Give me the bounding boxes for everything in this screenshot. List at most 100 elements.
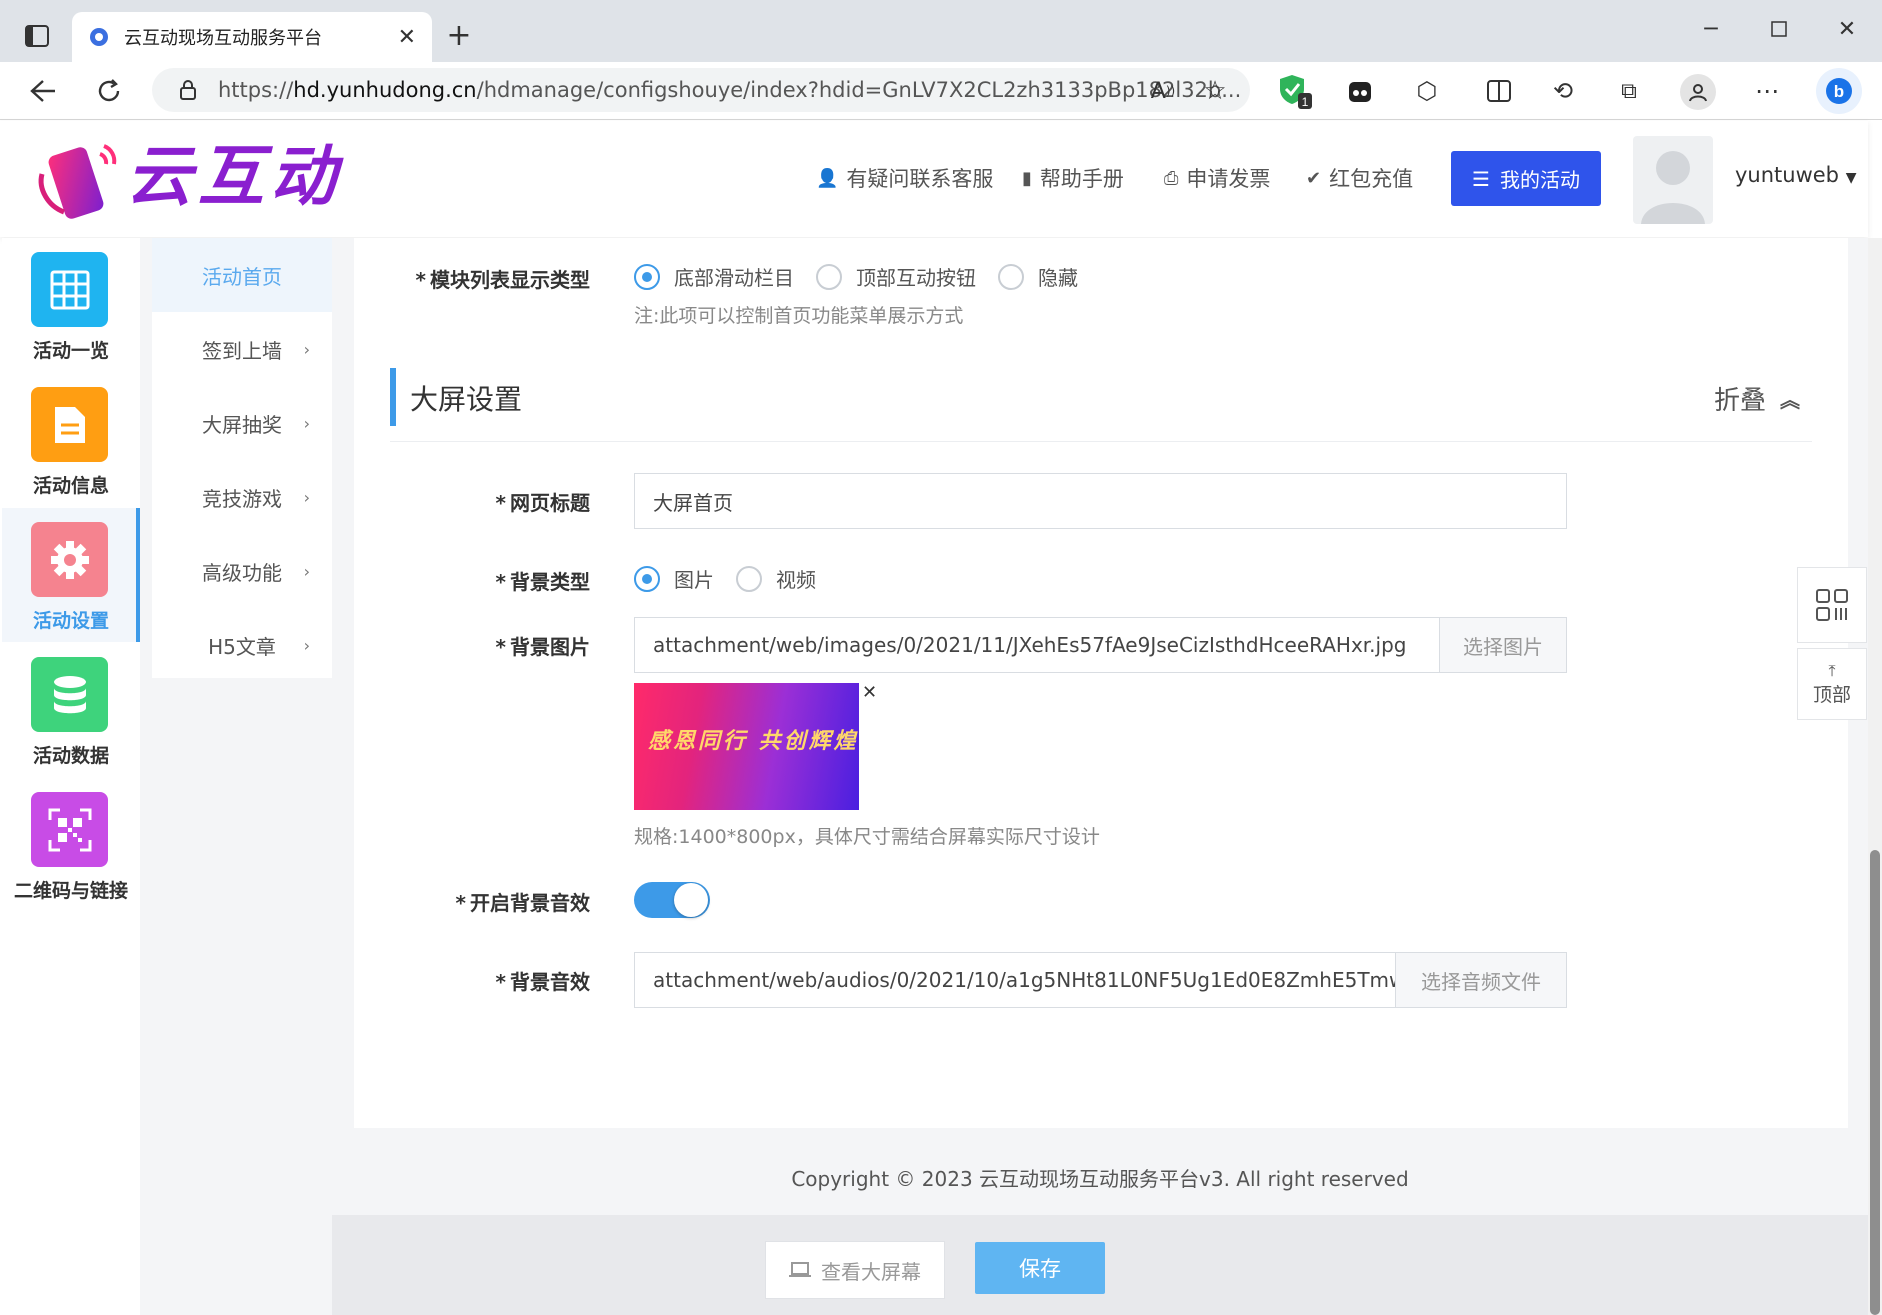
back-to-top-button[interactable]: ⤒ 顶部 — [1797, 648, 1867, 720]
profile-icon[interactable] — [1680, 74, 1716, 110]
qrcode-icon — [31, 792, 108, 867]
radio-top-buttons[interactable] — [816, 263, 842, 290]
bg-image-note: 规格:1400*800px，具体尺寸需结合屏幕实际尺寸设计 — [634, 826, 1100, 848]
bg-music-path-input[interactable]: attachment/web/audios/0/2021/10/a1g5NHt8… — [634, 952, 1396, 1008]
help-manual-link[interactable]: ▮ 帮助手册 — [1022, 163, 1124, 193]
bg-music-switch[interactable] — [634, 882, 710, 918]
close-window-icon[interactable]: ✕ — [1832, 14, 1862, 44]
close-tab-icon[interactable]: ✕ — [398, 25, 416, 50]
split-screen-icon[interactable] — [1484, 76, 1514, 106]
logo-phone-icon — [34, 134, 122, 224]
avatar[interactable] — [1633, 136, 1713, 224]
subnav-games[interactable]: 竞技游戏 › — [152, 460, 332, 534]
minimize-icon[interactable]: ─ — [1696, 14, 1726, 44]
grid-icon — [31, 252, 108, 327]
my-activity-button[interactable]: ☰ 我的活动 — [1451, 151, 1601, 206]
gear-icon — [31, 522, 108, 597]
qrcode-float-button[interactable] — [1797, 567, 1867, 643]
svg-text:1: 1 — [1302, 95, 1309, 109]
laptop-icon — [789, 1262, 811, 1278]
refresh-icon[interactable] — [94, 76, 124, 106]
chevron-right-icon: › — [303, 339, 310, 359]
back-icon[interactable] — [26, 76, 60, 106]
radio-bottom-slide[interactable] — [634, 263, 660, 290]
more-menu-icon[interactable]: ⋯ — [1752, 76, 1782, 106]
subnav-activity-home[interactable]: 活动首页 — [152, 238, 332, 312]
fold-toggle[interactable]: 折叠 ︽ — [1714, 380, 1800, 417]
sidebar-item-activity-data[interactable]: 活动数据 — [2, 643, 140, 777]
tab-title: 云互动现场互动服务平台 — [124, 28, 322, 49]
database-icon — [31, 657, 108, 732]
bg-music-label: * 背景音效 — [495, 970, 590, 994]
subnav-h5-article[interactable]: H5文章 › — [152, 608, 332, 682]
extensions-puzzle-icon[interactable]: ⬡ — [1412, 76, 1442, 106]
add-favorite-icon[interactable]: ☆ — [1200, 76, 1230, 106]
history-icon[interactable]: ⟲ — [1548, 76, 1578, 106]
bg-music-toggle-label: * 开启背景音效 — [455, 891, 590, 915]
logo-text[interactable]: 云互动 — [126, 132, 342, 222]
subnav-advanced[interactable]: 高级功能 › — [152, 534, 332, 608]
radio-bg-video[interactable] — [736, 565, 762, 592]
lock-icon[interactable] — [176, 78, 200, 102]
view-big-screen-button[interactable]: 查看大屏幕 — [765, 1241, 945, 1299]
extension-icon[interactable] — [1346, 78, 1374, 106]
subnav-lottery[interactable]: 大屏抽奖 › — [152, 386, 332, 460]
list-icon: ☰ — [1472, 166, 1490, 191]
invoice-link[interactable]: ⎙ 申请发票 — [1164, 163, 1270, 193]
page-title-label: * 网页标题 — [495, 491, 590, 515]
redpacket-recharge-link[interactable]: ✔ 红包充值 — [1306, 163, 1413, 193]
section-accent-bar — [390, 368, 396, 426]
double-chevron-up-icon: ︽ — [1780, 388, 1801, 412]
chevron-right-icon: › — [303, 635, 310, 655]
sidebar-item-activity-list[interactable]: 活动一览 — [2, 238, 140, 372]
svg-text:b: b — [1834, 82, 1844, 101]
extension-shield-icon[interactable]: 1 — [1278, 74, 1312, 109]
sidebar-item-activity-settings[interactable]: 活动设置 — [2, 508, 140, 642]
chevron-right-icon: › — [303, 487, 310, 507]
module-type-radio-group: 底部滑动栏目 顶部互动按钮 隐藏 — [634, 262, 1100, 291]
module-type-note: 注:此项可以控制首页功能菜单展示方式 — [634, 305, 964, 327]
icon-sidebar: 活动一览 活动信息 活动设置 活动数据 二维码与链接 — [2, 238, 140, 1315]
chevron-right-icon: › — [303, 413, 310, 433]
subnav-checkin-wall[interactable]: 签到上墙 › — [152, 312, 332, 386]
section-title: 大屏设置 — [410, 383, 523, 416]
qrcode-outline-icon — [1816, 589, 1848, 621]
save-button[interactable]: 保存 — [975, 1242, 1105, 1294]
url-input[interactable]: https://hd.yunhudong.cn/hdmanage/configs… — [152, 68, 1250, 112]
bg-type-radio-group: 图片 视频 — [634, 564, 838, 593]
arrow-up-icon: ⤒ — [1828, 660, 1836, 680]
maximize-icon[interactable] — [1764, 14, 1794, 44]
bg-image-path-input[interactable]: attachment/web/images/0/2021/11/JXehEs57… — [634, 617, 1440, 673]
book-icon: ▮ — [1022, 167, 1032, 189]
site-favicon-icon — [90, 28, 108, 46]
new-tab-icon[interactable]: + — [442, 18, 476, 53]
browser-tab[interactable]: 云互动现场互动服务平台 ✕ — [72, 12, 432, 62]
sidebar-item-activity-info[interactable]: 活动信息 — [2, 373, 140, 507]
scrollbar-thumb[interactable] — [1870, 850, 1880, 1315]
contact-support-link[interactable]: 👤 有疑问联系客服 — [816, 163, 993, 193]
tab-actions-icon[interactable] — [22, 22, 52, 50]
printer-icon: ⎙ — [1164, 167, 1179, 189]
document-icon — [31, 387, 108, 462]
remove-image-icon[interactable]: ✕ — [862, 682, 877, 703]
select-image-button[interactable]: 选择图片 — [1439, 617, 1567, 673]
bg-image-label: * 背景图片 — [495, 635, 590, 659]
bing-copilot-icon[interactable]: b — [1816, 68, 1862, 114]
switch-knob — [674, 883, 708, 917]
radio-hidden[interactable] — [998, 263, 1024, 290]
bg-type-label: * 背景类型 — [495, 570, 590, 594]
caret-down-icon: ▼ — [1845, 170, 1857, 186]
select-audio-button[interactable]: 选择音频文件 — [1395, 952, 1567, 1008]
section-header — [390, 364, 1812, 442]
radio-bg-image[interactable] — [634, 565, 660, 592]
page-title-input[interactable]: 大屏首页 — [634, 473, 1567, 529]
read-aloud-icon[interactable]: A)) — [1148, 76, 1178, 106]
username-dropdown[interactable]: yuntuweb ▼ — [1735, 163, 1856, 187]
collections-icon[interactable]: ⧉ — [1614, 76, 1644, 106]
copyright-text: Copyright © 2023 云互动现场互动服务平台v3. All righ… — [791, 1167, 1409, 1191]
module-type-label: * 模块列表显示类型 — [415, 268, 590, 292]
chevron-right-icon: › — [303, 561, 310, 581]
shield-check-icon: ✔ — [1306, 167, 1322, 189]
bg-image-thumbnail: 感恩同行 共创辉煌 — [634, 683, 859, 810]
sidebar-item-qrcode-links[interactable]: 二维码与链接 — [2, 778, 140, 912]
